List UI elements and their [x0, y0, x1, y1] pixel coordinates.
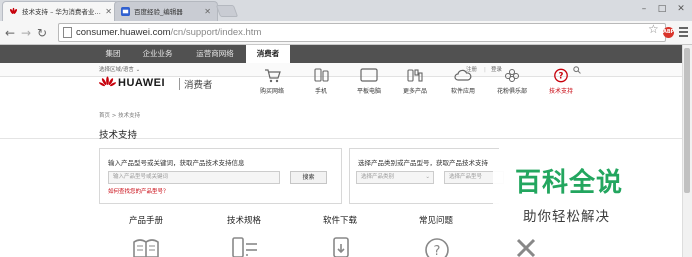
- brand-divider: [179, 78, 180, 90]
- download-icon: [333, 237, 349, 257]
- category-purchase[interactable]: 购买网络: [250, 68, 294, 98]
- scrollbar-thumb[interactable]: [684, 48, 690, 193]
- reload-icon[interactable]: ↻: [34, 24, 50, 42]
- category-club[interactable]: 花粉俱乐部: [490, 68, 534, 98]
- specs-icon: [232, 237, 257, 257]
- bookmark-star-icon[interactable]: ☆: [648, 22, 659, 36]
- svg-text:?: ?: [434, 244, 441, 257]
- tab-label: 百度经验_编辑器: [134, 8, 183, 16]
- tab-close-icon[interactable]: ✕: [105, 2, 112, 21]
- url-host: consumer.huawei.com: [76, 27, 171, 38]
- tablet-icon: [360, 68, 378, 82]
- minimize-button[interactable]: –: [636, 0, 652, 18]
- top-nav-consumer[interactable]: 消费者: [246, 45, 290, 63]
- watermark: 百科全说 助你轻松解决: [493, 159, 643, 232]
- breadcrumb[interactable]: 首页 > 技术支持: [99, 111, 140, 119]
- adblock-icon[interactable]: ABP: [663, 27, 674, 38]
- category-more[interactable]: 更多产品: [393, 68, 437, 98]
- search-input[interactable]: 输入产品型号或关键词: [108, 171, 280, 184]
- search-panel: 输入产品型号或关键词，获取产品技术支持信息 输入产品型号或关键词 搜索 如何查找…: [99, 148, 342, 204]
- baidu-favicon-icon: [121, 7, 130, 16]
- huawei-favicon-icon: [10, 7, 17, 14]
- section-downloads[interactable]: 软件下载: [305, 214, 375, 226]
- browser-tab-strip: 技术支持 – 华为消费者业… ✕ 百度经验_编辑器 ✕ – □ ✕: [0, 0, 692, 21]
- section-manuals[interactable]: 产品手册: [111, 214, 181, 226]
- category-tablet[interactable]: 平板电脑: [347, 68, 391, 98]
- faq-icon: ?: [425, 238, 449, 257]
- url-path: /cn/support/index.htm: [170, 27, 262, 38]
- search-panel-title: 输入产品型号或关键词，获取产品技术支持信息: [108, 159, 245, 167]
- tab-baidu-editor[interactable]: 百度经验_编辑器 ✕: [114, 1, 218, 21]
- tools-icon: [516, 238, 536, 257]
- top-nav-group[interactable]: 集团: [99, 45, 127, 63]
- find-model-link[interactable]: 如何查找您的产品型号？: [108, 187, 169, 195]
- section-faq[interactable]: 常见问题: [401, 214, 471, 226]
- browser-toolbar: ← → ↻ consumer.huawei.com/cn/support/ind…: [0, 21, 692, 45]
- search-button[interactable]: 搜索: [290, 171, 327, 184]
- forward-arrow-icon[interactable]: →: [18, 24, 34, 42]
- tab-close-icon[interactable]: ✕: [204, 2, 211, 21]
- category-select[interactable]: 选择产品类别 ⌄: [356, 171, 434, 184]
- more-products-icon: [407, 69, 423, 82]
- brand-name: HUAWEI: [118, 77, 165, 89]
- address-bar[interactable]: consumer.huawei.com/cn/support/index.htm: [58, 23, 666, 42]
- tab-label: 技术支持 – 华为消费者业…: [22, 8, 101, 16]
- region-select[interactable]: 选择区域/语言 ⌄: [99, 63, 140, 77]
- flower-icon: [505, 69, 519, 82]
- manual-book-icon: [133, 239, 159, 257]
- maximize-button[interactable]: □: [654, 0, 670, 18]
- select-panel-title: 选择产品类别或产品型号，获取产品技术支持: [358, 159, 488, 167]
- site-top-nav: 集团 企业业务 运营商网络 消费者: [0, 45, 682, 63]
- support-icon: ?: [554, 68, 568, 83]
- new-tab-button[interactable]: [215, 5, 239, 17]
- watermark-title: 百科全说: [515, 168, 624, 198]
- cart-icon: [265, 69, 281, 83]
- select-panel: 选择产品类别或产品型号，获取产品技术支持 选择产品类别 ⌄ 选择产品型号: [349, 148, 504, 204]
- close-window-button[interactable]: ✕: [672, 0, 690, 18]
- category-apps[interactable]: 软件应用: [441, 68, 485, 98]
- menu-icon[interactable]: [679, 27, 688, 39]
- back-arrow-icon[interactable]: ←: [2, 24, 18, 42]
- category-support[interactable]: ? 技术支持: [539, 68, 583, 98]
- top-nav-enterprise[interactable]: 企业业务: [135, 45, 180, 63]
- cloud-icon: [454, 69, 472, 81]
- tab-huawei-support[interactable]: 技术支持 – 华为消费者业… ✕: [2, 1, 119, 21]
- category-phone[interactable]: 手机: [299, 68, 343, 98]
- huawei-logo-icon[interactable]: [99, 76, 116, 89]
- brand-sub: 消费者: [184, 80, 213, 91]
- phone-icon: [314, 68, 329, 82]
- watermark-subtitle: 助你轻松解决: [523, 209, 610, 225]
- svg-text:?: ?: [559, 72, 564, 82]
- page-title: 技术支持: [99, 130, 138, 141]
- top-nav-carrier[interactable]: 运营商网络: [188, 45, 242, 63]
- section-specs[interactable]: 技术规格: [209, 214, 279, 226]
- page-icon: [63, 27, 72, 38]
